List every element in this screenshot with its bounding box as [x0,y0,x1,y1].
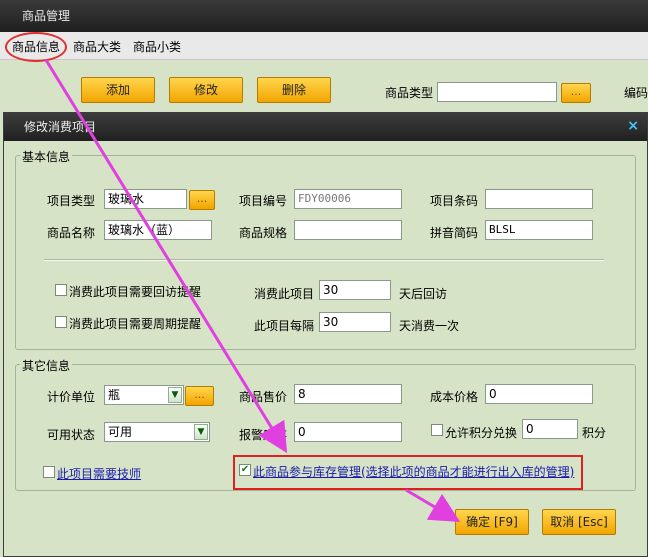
item-type-label: 项目类型 [47,194,96,208]
pinyin-code-input[interactable]: BLSL [485,220,593,240]
product-name-input[interactable]: 玻璃水（蓝） [104,220,212,240]
highlight-ellipse [5,32,67,62]
unit-dots-button[interactable]: ... [185,386,214,406]
unit-value: 瓶 [108,388,121,402]
code-label: 编码 [624,86,648,100]
cost-price-label: 成本价格 [430,390,479,404]
parent-tab-bar: 商品信息 商品大类 商品小类 [0,32,648,60]
product-spec-label: 商品规格 [239,226,288,240]
cancel-button[interactable]: 取消 [Esc] [542,509,616,535]
revisit-prefix-label: 消费此项目 [254,287,315,301]
edit-button[interactable]: 修改 [169,77,243,103]
delete-button[interactable]: 删除 [257,77,331,103]
revisit-suffix-label: 天后回访 [399,287,448,301]
sale-price-label: 商品售价 [239,390,288,404]
technician-check-label[interactable]: 此项目需要技师 [57,465,141,482]
product-name-label: 商品名称 [47,226,96,240]
technician-checkbox[interactable] [43,466,55,478]
item-type-dots-button[interactable]: ... [189,190,215,210]
revisit-days-input[interactable]: 30 [319,280,391,300]
parent-toolbar: 添加 修改 删除 商品类型 ... 编码 [0,60,648,112]
add-button[interactable]: 添加 [81,77,155,103]
parent-title: 商品管理 [0,0,648,32]
item-barcode-label: 项目条码 [430,194,479,208]
points-input[interactable]: 0 [522,419,578,439]
status-label: 可用状态 [47,428,96,442]
cycle-prefix-label: 此项目每隔 [254,319,315,333]
chevron-down-icon[interactable]: ▼ [194,424,208,440]
item-code-label: 项目编号 [239,194,288,208]
highlight-box [233,455,583,490]
chevron-down-icon[interactable]: ▼ [168,387,182,403]
unit-label: 计价单位 [47,390,96,404]
item-barcode-input[interactable] [485,189,593,209]
unit-select[interactable]: 瓶 ▼ [104,385,184,405]
cost-price-input[interactable]: 0 [485,384,593,404]
dialog-title: 修改消费项目 [4,113,647,141]
ok-button[interactable]: 确定 [F9] [455,509,529,535]
revisit-checkbox[interactable] [55,284,67,296]
status-value: 可用 [108,425,133,439]
basic-info-title: 基本信息 [20,148,73,165]
cycle-check-label: 消费此项目需要周期提醒 [69,317,202,331]
item-type-input[interactable]: 玻璃水 [104,189,187,209]
tab-product-subcategory[interactable]: 商品小类 [133,38,181,55]
pinyin-code-label: 拼音简码 [430,226,479,240]
cycle-days-input[interactable]: 30 [319,312,391,332]
edit-item-dialog: 修改消费项目 × 基本信息 项目类型 玻璃水 ... 项目编号 FDY00006… [3,112,648,557]
tab-product-category[interactable]: 商品大类 [73,38,121,55]
points-suffix-label: 积分 [582,426,607,440]
filter-type-label: 商品类型 [385,86,434,100]
sale-price-input[interactable]: 8 [294,384,402,404]
alarm-stock-label: 报警库存 [239,428,288,442]
status-select[interactable]: 可用 ▼ [104,422,210,442]
cycle-checkbox[interactable] [55,316,67,328]
product-spec-input[interactable] [294,220,402,240]
points-exchange-checkbox[interactable] [431,424,443,436]
item-code-input[interactable]: FDY00006 [294,189,402,209]
cycle-suffix-label: 天消费一次 [399,319,460,333]
filter-type-dots-button[interactable]: ... [561,83,591,103]
close-icon[interactable]: × [627,118,639,134]
points-exchange-label: 允许积分兑换 [445,426,518,440]
filter-type-input[interactable] [437,82,557,102]
alarm-stock-input[interactable]: 0 [294,422,402,442]
revisit-check-label: 消费此项目需要回访提醒 [69,285,202,299]
basic-separator [44,259,604,261]
other-info-title: 其它信息 [20,357,73,374]
